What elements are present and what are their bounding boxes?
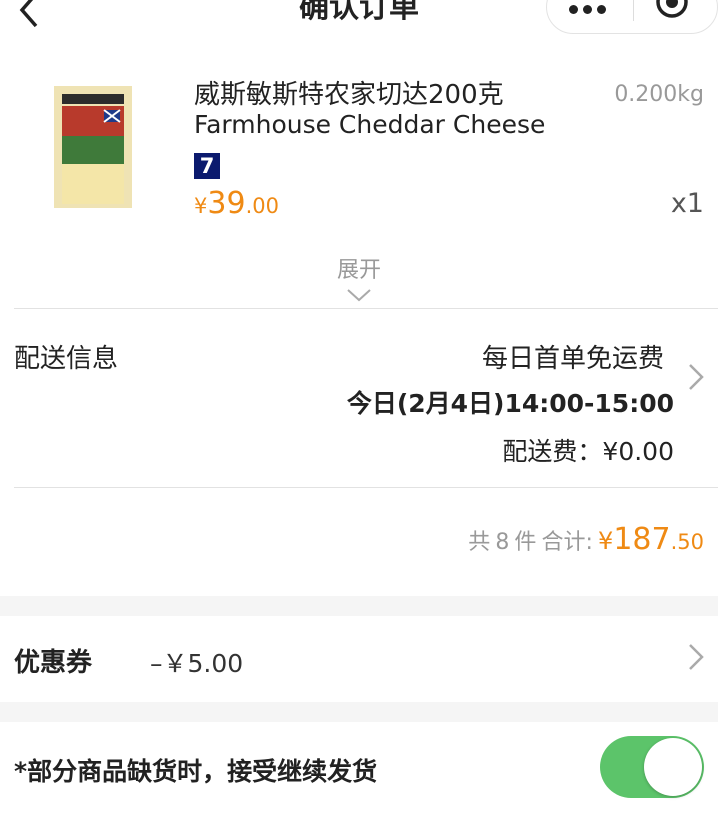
delivery-time[interactable]: 今日(2月4日)14:00-15:00 [347,384,674,420]
product-name-en[interactable]: Farmhouse Cheddar Cheese [194,110,545,139]
target-circle-icon[interactable] [655,0,689,19]
divider [14,308,718,309]
toggle-knob [644,738,702,796]
cheese-product-image[interactable] [48,84,138,212]
delivery-info-label: 配送信息 [14,344,119,374]
total-label: 合计: [541,530,593,555]
more-dots-icon[interactable] [569,0,611,18]
divider [14,487,718,488]
header-bar: 确认订单 [0,0,718,36]
coupon-label: 优惠券 [14,648,93,678]
mini-program-capsule [546,0,718,34]
product-quantity: x1 [670,188,704,219]
stock-option-row: *部分商品缺货时，接受继续发货 [0,722,718,815]
total-currency: ¥ [598,527,614,555]
store-badge: 7 [194,153,220,179]
product-price: ¥39.00 [194,186,279,221]
item-count: 8 [495,530,510,555]
total-decimal: .50 [670,530,704,554]
stock-option-label: *部分商品缺货时，接受继续发货 [14,757,378,786]
chevron-right-icon[interactable] [686,362,706,392]
coupon-row[interactable]: 优惠券 –￥5.00 [0,616,718,702]
order-total: 共 8 件 合计: ¥187.50 [468,522,704,557]
count-prefix: 共 [468,530,491,555]
total-integer: 187 [613,522,671,557]
count-suffix: 件 [514,530,537,555]
stock-toggle[interactable] [600,736,704,798]
price-currency: ¥ [194,194,208,218]
chevron-right-icon[interactable] [686,642,706,672]
price-decimal: .00 [245,194,279,218]
product-name-cn[interactable]: 威斯敏斯特农家切达200克 [194,74,504,111]
expand-button[interactable]: 展开 [0,252,718,284]
product-weight: 0.200kg [614,82,704,107]
order-card: 威斯敏斯特农家切达200克 Farmhouse Cheddar Cheese 0… [0,36,718,596]
delivery-fee: 配送费：¥0.00 [502,437,674,466]
capsule-divider [633,0,634,21]
price-integer: 39 [207,186,246,221]
delivery-promo[interactable]: 每日首单免运费 [482,338,664,375]
coupon-discount: –￥5.00 [150,649,244,678]
chevron-down-icon[interactable] [346,287,372,303]
